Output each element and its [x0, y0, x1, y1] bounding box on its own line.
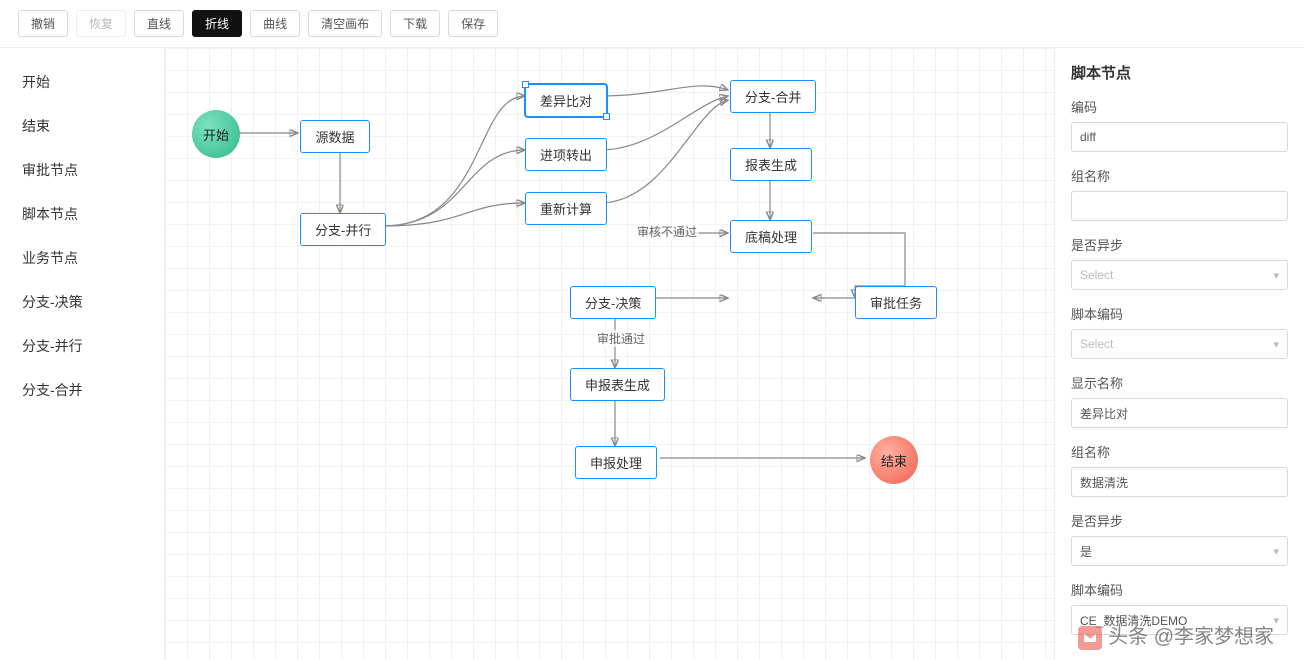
- chevron-down-icon: ▾: [1273, 614, 1279, 627]
- node-draft-handle[interactable]: 底稿处理: [730, 220, 812, 253]
- watermark: 头条 @李家梦想家: [1078, 620, 1274, 650]
- download-button[interactable]: 下载: [390, 10, 440, 37]
- toutiao-logo-icon: [1078, 626, 1102, 650]
- script-code-select[interactable]: Select▾: [1071, 329, 1288, 359]
- node-branch-parallel[interactable]: 分支-并行: [300, 213, 386, 246]
- code-label: 编码: [1071, 97, 1288, 116]
- group-input[interactable]: [1071, 191, 1288, 221]
- chevron-down-icon: ▾: [1273, 545, 1279, 558]
- save-button[interactable]: 保存: [448, 10, 498, 37]
- curve-button[interactable]: 曲线: [250, 10, 300, 37]
- clear-canvas-button[interactable]: 清空画布: [308, 10, 382, 37]
- node-declare-gen[interactable]: 申报表生成: [570, 368, 665, 401]
- palette-item-script[interactable]: 脚本节点: [0, 192, 164, 236]
- edge-label-pass: 审批通过: [595, 330, 647, 347]
- async-select[interactable]: Select▾: [1071, 260, 1288, 290]
- polyline-button[interactable]: 折线: [192, 10, 242, 37]
- edge-label-fail: 审核不通过: [635, 223, 699, 240]
- node-palette: 开始 结束 审批节点 脚本节点 业务节点 分支-决策 分支-并行 分支-合并: [0, 48, 165, 660]
- display-label: 显示名称: [1071, 373, 1288, 392]
- palette-item-end[interactable]: 结束: [0, 104, 164, 148]
- toolbar: 撤销 恢复 直线 折线 曲线 清空画布 下载 保存: [0, 0, 1304, 48]
- palette-item-parallel[interactable]: 分支-并行: [0, 324, 164, 368]
- palette-item-approval[interactable]: 审批节点: [0, 148, 164, 192]
- node-audit-task[interactable]: 审批任务: [855, 286, 937, 319]
- async2-label: 是否异步: [1071, 511, 1288, 530]
- node-source[interactable]: 源数据: [300, 120, 370, 153]
- script-code2-label: 脚本编码: [1071, 580, 1288, 599]
- palette-item-business[interactable]: 业务节点: [0, 236, 164, 280]
- palette-item-merge[interactable]: 分支-合并: [0, 368, 164, 412]
- properties-panel: 脚本节点 编码 组名称 是否异步 Select▾ 脚本编码 Select▾ 显示…: [1054, 48, 1304, 660]
- node-branch-decision[interactable]: 分支-决策: [570, 286, 656, 319]
- chevron-down-icon: ▾: [1273, 269, 1279, 282]
- display-input[interactable]: [1071, 398, 1288, 428]
- straight-line-button[interactable]: 直线: [134, 10, 184, 37]
- node-start[interactable]: 开始: [192, 110, 240, 158]
- group2-input[interactable]: [1071, 467, 1288, 497]
- redo-button: 恢复: [76, 10, 126, 37]
- node-branch-merge[interactable]: 分支-合并: [730, 80, 816, 113]
- async-label: 是否异步: [1071, 235, 1288, 254]
- panel-title: 脚本节点: [1071, 62, 1288, 83]
- node-end[interactable]: 结束: [870, 436, 918, 484]
- node-report-gen[interactable]: 报表生成: [730, 148, 812, 181]
- flow-canvas[interactable]: 开始 源数据 分支-并行 差异比对 进项转出 重新计算 分支-合并 报表生成 底…: [165, 48, 1054, 660]
- node-declare-handle[interactable]: 申报处理: [575, 446, 657, 479]
- chevron-down-icon: ▾: [1273, 338, 1279, 351]
- undo-button[interactable]: 撤销: [18, 10, 68, 37]
- palette-item-start[interactable]: 开始: [0, 60, 164, 104]
- script-code-label: 脚本编码: [1071, 304, 1288, 323]
- node-export[interactable]: 进项转出: [525, 138, 607, 171]
- group-label: 组名称: [1071, 166, 1288, 185]
- code-input[interactable]: [1071, 122, 1288, 152]
- node-recalc[interactable]: 重新计算: [525, 192, 607, 225]
- async2-select[interactable]: 是▾: [1071, 536, 1288, 566]
- palette-item-decision[interactable]: 分支-决策: [0, 280, 164, 324]
- group2-label: 组名称: [1071, 442, 1288, 461]
- node-diff[interactable]: 差异比对: [525, 84, 607, 117]
